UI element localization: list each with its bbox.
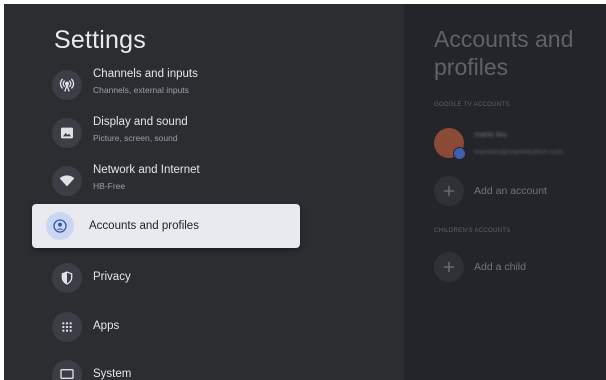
menu-item-label: Channels and inputs: [93, 68, 198, 80]
page-title: Settings: [54, 26, 146, 54]
menu-item-subtitle: Channels, external inputs: [93, 85, 189, 95]
apps-grid-icon: [52, 312, 82, 342]
menu-item-network-and-internet[interactable]: Network and Internet HB-Free: [52, 162, 352, 202]
menu-item-label: Display and sound: [93, 116, 188, 128]
section-header-childrens-accounts: CHILDREN'S ACCOUNTS: [434, 228, 511, 234]
menu-item-privacy[interactable]: Privacy: [52, 259, 352, 299]
add-child-label: Add a child: [474, 261, 526, 273]
menu-item-system[interactable]: System: [52, 356, 352, 380]
wifi-icon: [52, 166, 82, 196]
shield-icon: [52, 263, 82, 293]
display-icon: [52, 118, 82, 148]
account-icon: [46, 212, 74, 240]
menu-item-label: Network and Internet: [93, 164, 200, 176]
menu-item-subtitle: HB-Free: [93, 181, 126, 191]
menu-item-apps[interactable]: Apps: [52, 308, 352, 348]
avatar: [434, 128, 466, 160]
settings-screen: Settings Channels and inputs Channels, e…: [4, 4, 606, 380]
add-account-button[interactable]: Add an account: [434, 176, 604, 206]
plus-icon: [434, 176, 464, 206]
menu-item-accounts-and-profiles[interactable]: Accounts and profiles: [32, 204, 300, 248]
menu-item-label: Privacy: [93, 271, 131, 283]
menu-item-subtitle: Picture, screen, sound: [93, 133, 178, 143]
detail-title: Accounts and profiles: [434, 26, 574, 80]
account-badge-icon: [453, 147, 466, 160]
accounts-detail-panel: Accounts and profiles GOOGLE TV ACCOUNTS…: [404, 4, 606, 380]
menu-item-channels-and-inputs[interactable]: Channels and inputs Channels, external i…: [52, 66, 352, 106]
add-account-label: Add an account: [474, 185, 547, 197]
antenna-icon: [52, 70, 82, 100]
add-child-button[interactable]: Add a child: [434, 252, 604, 282]
settings-list-panel: Settings Channels and inputs Channels, e…: [4, 4, 404, 380]
menu-item-label: System: [93, 368, 132, 380]
section-header-google-tv-accounts: GOOGLE TV ACCOUNTS: [434, 102, 510, 108]
monitor-icon: [52, 360, 82, 380]
menu-item-label: Accounts and profiles: [89, 220, 199, 232]
menu-item-label: Apps: [93, 320, 120, 332]
account-email: marieleu@marieleutech.com: [474, 149, 564, 156]
plus-icon: [434, 252, 464, 282]
account-name: marie leu: [474, 130, 507, 139]
menu-item-display-and-sound[interactable]: Display and sound Picture, screen, sound: [52, 114, 352, 154]
